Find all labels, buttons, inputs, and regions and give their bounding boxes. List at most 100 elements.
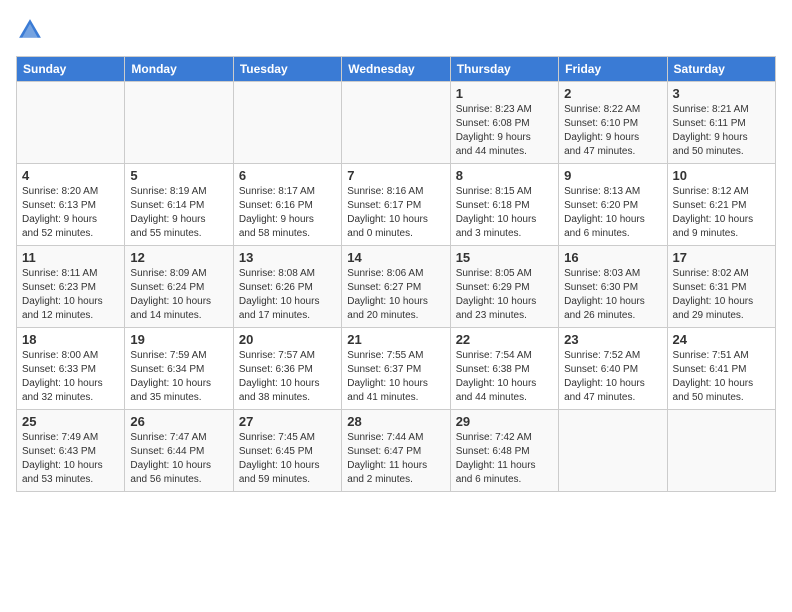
calendar-cell: 18 Sunrise: 8:00 AM Sunset: 6:33 PM Dayli… xyxy=(17,328,125,410)
day-info: Sunrise: 7:57 AM Sunset: 6:36 PM Dayligh… xyxy=(239,349,336,405)
day-info: Sunrise: 8:09 AM Sunset: 6:24 PM Dayligh… xyxy=(130,267,227,323)
day-number: 1 xyxy=(456,86,553,101)
day-number: 16 xyxy=(564,250,661,265)
day-number: 26 xyxy=(130,414,227,429)
day-info: Sunrise: 8:08 AM Sunset: 6:26 PM Dayligh… xyxy=(239,267,336,323)
day-number: 23 xyxy=(564,332,661,347)
calendar-cell: 20 Sunrise: 7:57 AM Sunset: 6:36 PM Dayli… xyxy=(233,328,341,410)
column-header-wednesday: Wednesday xyxy=(342,57,450,82)
calendar-cell: 23 Sunrise: 7:52 AM Sunset: 6:40 PM Dayli… xyxy=(559,328,667,410)
calendar-cell: 13 Sunrise: 8:08 AM Sunset: 6:26 PM Dayli… xyxy=(233,246,341,328)
day-info: Sunrise: 8:17 AM Sunset: 6:16 PM Dayligh… xyxy=(239,185,336,241)
calendar-cell: 10 Sunrise: 8:12 AM Sunset: 6:21 PM Dayli… xyxy=(667,164,775,246)
calendar-cell xyxy=(233,82,341,164)
day-number: 28 xyxy=(347,414,444,429)
calendar-cell: 14 Sunrise: 8:06 AM Sunset: 6:27 PM Dayli… xyxy=(342,246,450,328)
day-info: Sunrise: 8:03 AM Sunset: 6:30 PM Dayligh… xyxy=(564,267,661,323)
day-info: Sunrise: 7:51 AM Sunset: 6:41 PM Dayligh… xyxy=(673,349,770,405)
logo-icon xyxy=(16,16,44,44)
day-number: 11 xyxy=(22,250,119,265)
day-number: 27 xyxy=(239,414,336,429)
day-info: Sunrise: 8:05 AM Sunset: 6:29 PM Dayligh… xyxy=(456,267,553,323)
calendar-week-2: 4 Sunrise: 8:20 AM Sunset: 6:13 PM Daylig… xyxy=(17,164,776,246)
calendar-cell xyxy=(342,82,450,164)
day-number: 4 xyxy=(22,168,119,183)
column-header-thursday: Thursday xyxy=(450,57,558,82)
day-number: 24 xyxy=(673,332,770,347)
calendar-cell: 7 Sunrise: 8:16 AM Sunset: 6:17 PM Daylig… xyxy=(342,164,450,246)
day-number: 20 xyxy=(239,332,336,347)
calendar-cell xyxy=(17,82,125,164)
column-header-friday: Friday xyxy=(559,57,667,82)
day-number: 14 xyxy=(347,250,444,265)
calendar-cell: 4 Sunrise: 8:20 AM Sunset: 6:13 PM Daylig… xyxy=(17,164,125,246)
day-info: Sunrise: 8:11 AM Sunset: 6:23 PM Dayligh… xyxy=(22,267,119,323)
calendar-cell: 1 Sunrise: 8:23 AM Sunset: 6:08 PM Daylig… xyxy=(450,82,558,164)
calendar-cell: 11 Sunrise: 8:11 AM Sunset: 6:23 PM Dayli… xyxy=(17,246,125,328)
day-info: Sunrise: 7:49 AM Sunset: 6:43 PM Dayligh… xyxy=(22,431,119,487)
day-number: 19 xyxy=(130,332,227,347)
day-info: Sunrise: 7:52 AM Sunset: 6:40 PM Dayligh… xyxy=(564,349,661,405)
day-number: 10 xyxy=(673,168,770,183)
calendar-cell: 17 Sunrise: 8:02 AM Sunset: 6:31 PM Dayli… xyxy=(667,246,775,328)
calendar-cell: 26 Sunrise: 7:47 AM Sunset: 6:44 PM Dayli… xyxy=(125,410,233,492)
day-number: 3 xyxy=(673,86,770,101)
day-info: Sunrise: 8:21 AM Sunset: 6:11 PM Dayligh… xyxy=(673,103,770,159)
day-number: 22 xyxy=(456,332,553,347)
calendar-week-1: 1 Sunrise: 8:23 AM Sunset: 6:08 PM Daylig… xyxy=(17,82,776,164)
calendar-cell: 29Sunrise: 7:42 AM Sunset: 6:48 PM Dayli… xyxy=(450,410,558,492)
column-header-monday: Monday xyxy=(125,57,233,82)
day-number: 13 xyxy=(239,250,336,265)
page-header xyxy=(16,16,776,44)
day-number: 5 xyxy=(130,168,227,183)
column-header-saturday: Saturday xyxy=(667,57,775,82)
logo xyxy=(16,16,48,44)
calendar-week-4: 18 Sunrise: 8:00 AM Sunset: 6:33 PM Dayli… xyxy=(17,328,776,410)
calendar-cell: 24 Sunrise: 7:51 AM Sunset: 6:41 PM Dayli… xyxy=(667,328,775,410)
day-number: 18 xyxy=(22,332,119,347)
day-info: Sunrise: 8:23 AM Sunset: 6:08 PM Dayligh… xyxy=(456,103,553,159)
day-number: 7 xyxy=(347,168,444,183)
calendar-cell: 5 Sunrise: 8:19 AM Sunset: 6:14 PM Daylig… xyxy=(125,164,233,246)
calendar-cell: 3 Sunrise: 8:21 AM Sunset: 6:11 PM Daylig… xyxy=(667,82,775,164)
calendar-cell: 8Sunrise: 8:15 AM Sunset: 6:18 PM Daylig… xyxy=(450,164,558,246)
day-info: Sunrise: 7:54 AM Sunset: 6:38 PM Dayligh… xyxy=(456,349,553,405)
day-info: Sunrise: 7:47 AM Sunset: 6:44 PM Dayligh… xyxy=(130,431,227,487)
column-header-sunday: Sunday xyxy=(17,57,125,82)
day-info: Sunrise: 8:15 AM Sunset: 6:18 PM Dayligh… xyxy=(456,185,553,241)
calendar-cell: 25Sunrise: 7:49 AM Sunset: 6:43 PM Dayli… xyxy=(17,410,125,492)
day-info: Sunrise: 8:02 AM Sunset: 6:31 PM Dayligh… xyxy=(673,267,770,323)
day-number: 17 xyxy=(673,250,770,265)
day-info: Sunrise: 8:06 AM Sunset: 6:27 PM Dayligh… xyxy=(347,267,444,323)
day-number: 12 xyxy=(130,250,227,265)
calendar-cell: 19 Sunrise: 7:59 AM Sunset: 6:34 PM Dayli… xyxy=(125,328,233,410)
day-number: 6 xyxy=(239,168,336,183)
calendar-cell: 15 Sunrise: 8:05 AM Sunset: 6:29 PM Dayli… xyxy=(450,246,558,328)
calendar-cell xyxy=(125,82,233,164)
day-info: Sunrise: 8:16 AM Sunset: 6:17 PM Dayligh… xyxy=(347,185,444,241)
calendar-cell: 2 Sunrise: 8:22 AM Sunset: 6:10 PM Daylig… xyxy=(559,82,667,164)
calendar-week-3: 11 Sunrise: 8:11 AM Sunset: 6:23 PM Dayli… xyxy=(17,246,776,328)
day-info: Sunrise: 8:19 AM Sunset: 6:14 PM Dayligh… xyxy=(130,185,227,241)
calendar-table: SundayMondayTuesdayWednesdayThursdayFrid… xyxy=(16,56,776,492)
day-info: Sunrise: 8:22 AM Sunset: 6:10 PM Dayligh… xyxy=(564,103,661,159)
column-header-tuesday: Tuesday xyxy=(233,57,341,82)
day-info: Sunrise: 7:55 AM Sunset: 6:37 PM Dayligh… xyxy=(347,349,444,405)
day-info: Sunrise: 8:20 AM Sunset: 6:13 PM Dayligh… xyxy=(22,185,119,241)
day-info: Sunrise: 7:59 AM Sunset: 6:34 PM Dayligh… xyxy=(130,349,227,405)
day-number: 29 xyxy=(456,414,553,429)
calendar-cell: 28 Sunrise: 7:44 AM Sunset: 6:47 PM Dayli… xyxy=(342,410,450,492)
day-info: Sunrise: 7:45 AM Sunset: 6:45 PM Dayligh… xyxy=(239,431,336,487)
day-number: 9 xyxy=(564,168,661,183)
calendar-header-row: SundayMondayTuesdayWednesdayThursdayFrid… xyxy=(17,57,776,82)
day-info: Sunrise: 8:00 AM Sunset: 6:33 PM Dayligh… xyxy=(22,349,119,405)
day-number: 2 xyxy=(564,86,661,101)
calendar-cell xyxy=(667,410,775,492)
day-info: Sunrise: 7:44 AM Sunset: 6:47 PM Dayligh… xyxy=(347,431,444,487)
calendar-cell: 22 Sunrise: 7:54 AM Sunset: 6:38 PM Dayli… xyxy=(450,328,558,410)
day-number: 15 xyxy=(456,250,553,265)
calendar-cell: 9Sunrise: 8:13 AM Sunset: 6:20 PM Daylig… xyxy=(559,164,667,246)
day-info: Sunrise: 8:12 AM Sunset: 6:21 PM Dayligh… xyxy=(673,185,770,241)
calendar-cell: 21Sunrise: 7:55 AM Sunset: 6:37 PM Dayli… xyxy=(342,328,450,410)
calendar-cell: 6 Sunrise: 8:17 AM Sunset: 6:16 PM Daylig… xyxy=(233,164,341,246)
